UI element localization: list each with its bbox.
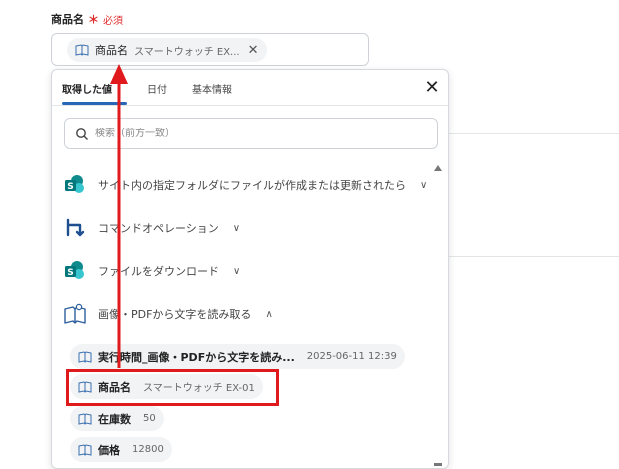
search-icon	[76, 127, 88, 140]
active-tab-indicator	[62, 102, 127, 105]
item-value: 12800	[132, 444, 164, 455]
item-label: 在庫数	[98, 412, 131, 426]
close-icon[interactable]: ✕	[422, 78, 442, 98]
item-label: 価格	[98, 443, 120, 457]
product-name-field[interactable]: 商品名 スマートウォッチ EX... ✕	[51, 33, 369, 66]
chip-value: スマートウォッチ EX...	[134, 46, 240, 58]
scroll-down-arrow-icon[interactable]	[434, 463, 442, 466]
group-label: ファイルをダウンロード	[98, 265, 219, 278]
chevron-down-icon: ∨	[420, 179, 428, 191]
list-item[interactable]: 在庫数 50	[70, 406, 164, 431]
chip-remove-icon[interactable]: ✕	[248, 43, 259, 58]
divider	[448, 256, 619, 257]
tab-bar: 取得した値 日付 基本情報 ✕	[52, 70, 448, 106]
list-item[interactable]: 価格 12800	[70, 437, 172, 462]
item-label: 実行時間_画像・PDFから文字を読み...	[98, 350, 295, 364]
sharepoint-icon: S	[64, 174, 86, 196]
list-item[interactable]: 実行時間_画像・PDFから文字を読み... 2025-06-11 12:39	[70, 344, 405, 369]
group-label: コマンドオペレーション	[98, 222, 219, 235]
divider	[448, 133, 619, 134]
sharepoint-icon: S	[64, 260, 86, 282]
ocr-book-icon	[64, 303, 86, 325]
group-ocr[interactable]: 画像・PDFから文字を読み取る ∧	[64, 303, 273, 325]
group-command-operation[interactable]: コマンドオペレーション ∨	[64, 217, 240, 239]
group-trigger[interactable]: S サイト内の指定フォルダにファイルが作成または更新されたら ∨	[64, 174, 427, 196]
field-label-text: 商品名	[51, 13, 84, 26]
search-box[interactable]	[64, 118, 438, 149]
tab-retrieved-values[interactable]: 取得した値	[62, 81, 112, 96]
book-icon	[75, 44, 89, 56]
search-input[interactable]	[95, 128, 415, 139]
item-value: 2025-06-11 12:39	[306, 351, 397, 362]
chip-label: 商品名	[95, 44, 128, 57]
chevron-down-icon: ∨	[232, 222, 241, 234]
required-asterisk: ＊	[88, 13, 99, 26]
chevron-up-icon: ∧	[265, 308, 273, 320]
field-chip[interactable]: 商品名 スマートウォッチ EX... ✕	[67, 38, 267, 62]
chevron-down-icon: ∨	[233, 265, 241, 277]
book-icon	[78, 412, 92, 425]
field-label: 商品名 ＊ 必須	[51, 11, 123, 27]
group-download-file[interactable]: S ファイルをダウンロード ∨	[64, 260, 240, 282]
required-text: 必須	[103, 15, 123, 27]
command-operation-icon	[64, 217, 86, 239]
svg-text:S: S	[67, 182, 73, 192]
item-value: 50	[143, 413, 156, 424]
tab-basic-info[interactable]: 基本情報	[192, 81, 232, 96]
book-icon	[78, 350, 92, 363]
group-label: サイト内の指定フォルダにファイルが作成または更新されたら	[98, 179, 406, 192]
variable-picker-panel: 取得した値 日付 基本情報 ✕ S サイト内の指定フォルダにファイルが作成または…	[51, 69, 449, 469]
book-icon	[78, 443, 92, 456]
annotation-highlight-box	[66, 369, 279, 406]
tab-date[interactable]: 日付	[147, 81, 167, 96]
scrollbar[interactable]	[432, 165, 444, 468]
scroll-up-arrow-icon[interactable]	[434, 165, 442, 171]
group-label: 画像・PDFから文字を読み取る	[98, 308, 252, 321]
svg-text:S: S	[67, 268, 73, 278]
